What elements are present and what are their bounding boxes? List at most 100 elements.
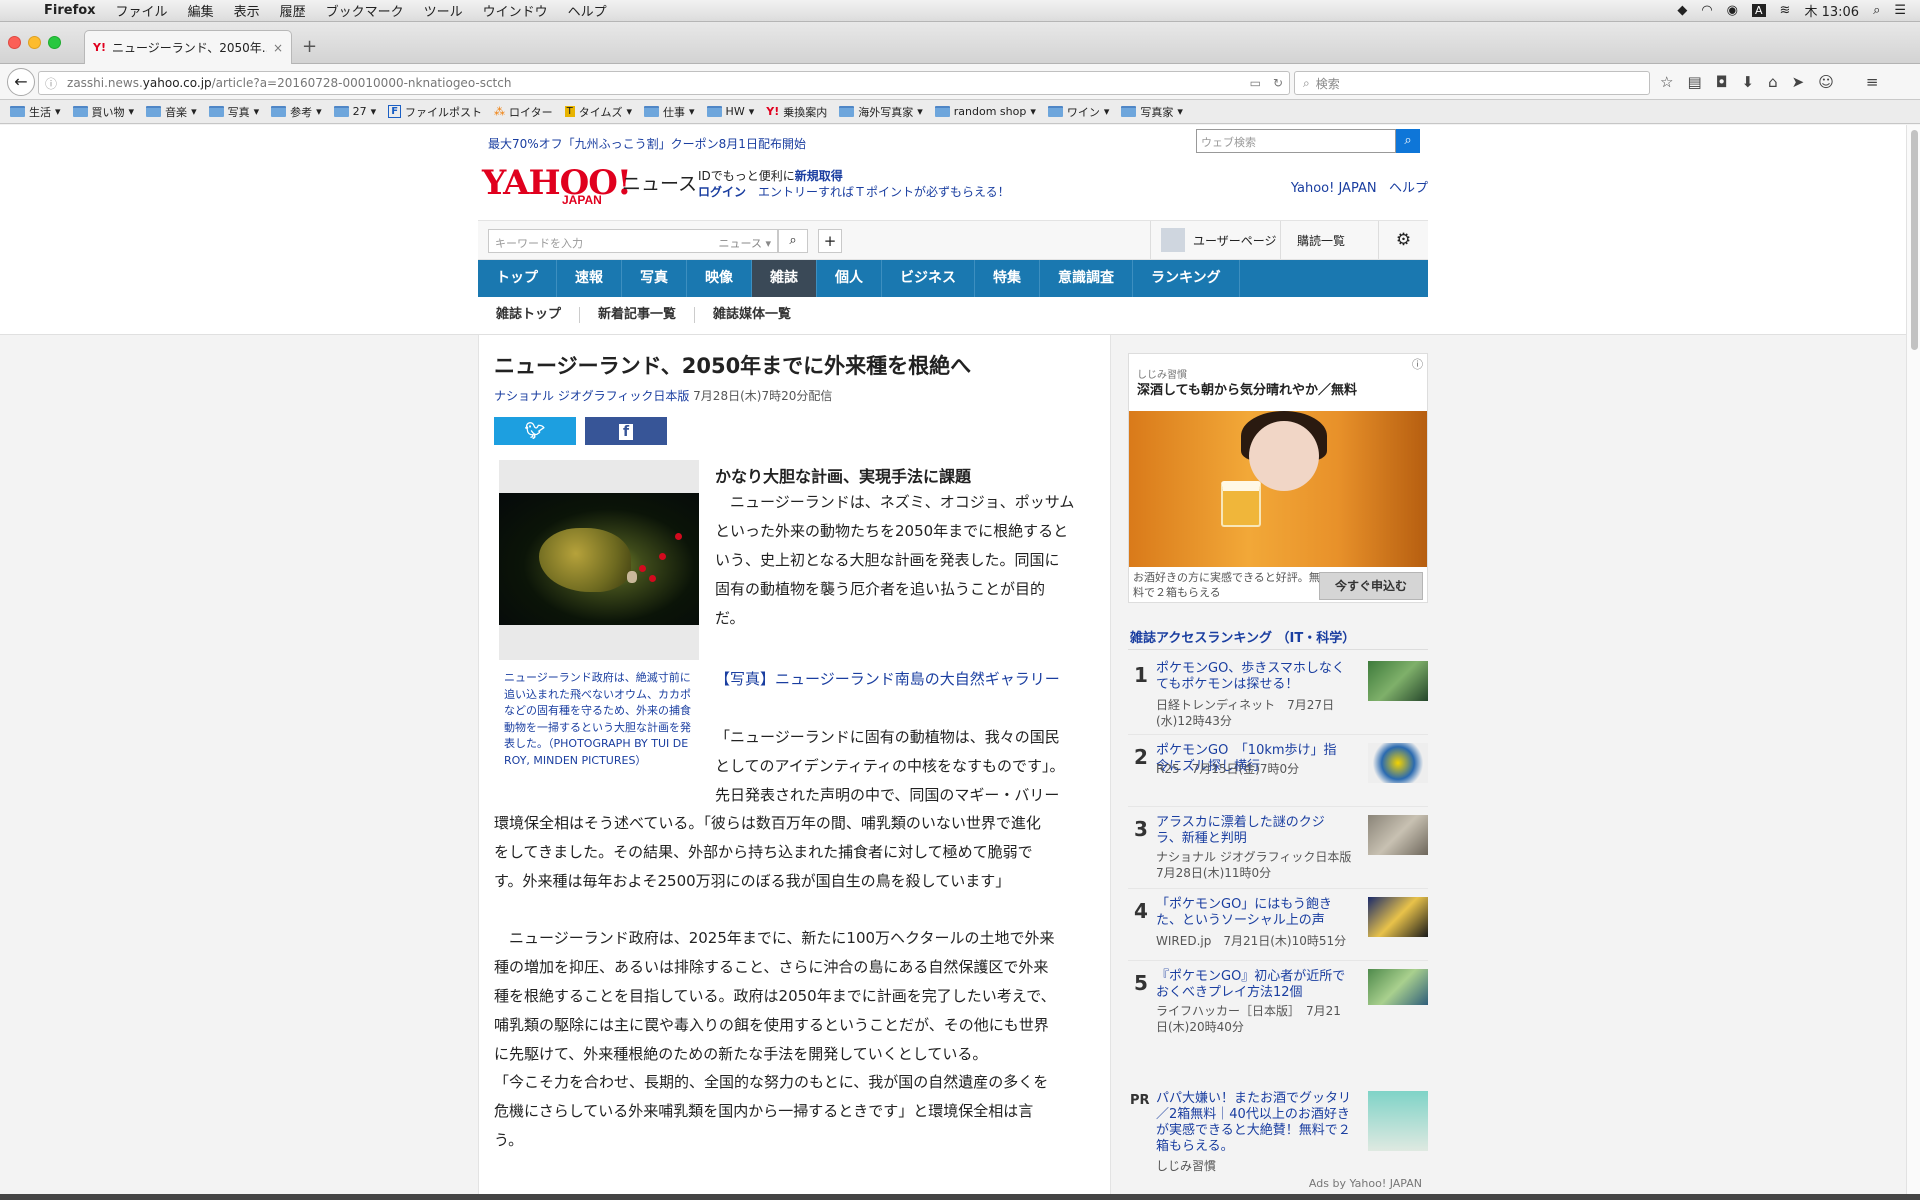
zoom-window-button[interactable] bbox=[48, 36, 61, 49]
bookmark-folder[interactable]: 生活 ▾ bbox=[10, 104, 61, 120]
bookmark-folder[interactable]: 写真家 ▾ bbox=[1121, 104, 1183, 120]
menu-view[interactable]: 表示 bbox=[224, 1, 270, 20]
nav-survey[interactable]: 意識調査 bbox=[1040, 260, 1133, 297]
rank-title[interactable]: ポケモンGO、歩きスマホしなくてもポケモンは探せる！ bbox=[1156, 661, 1346, 693]
bookmark-folder[interactable]: 27 ▾ bbox=[333, 105, 376, 118]
ranking-item[interactable]: 5 『ポケモンGO』初心者が近所でおくべきプレイ方法12個 ライフハッカー［日本… bbox=[1128, 961, 1428, 1045]
bookmark-link[interactable]: F ファイルポスト bbox=[388, 104, 482, 120]
yahoo-japan-logo[interactable]: YAHOO! JAPAN bbox=[482, 163, 632, 207]
url-bar[interactable]: ⓘ zasshi.news.yahoo.co.jp/article?a=2016… bbox=[38, 71, 1290, 95]
nav-business[interactable]: ビジネス bbox=[882, 260, 975, 297]
scrollbar-thumb[interactable] bbox=[1911, 130, 1918, 350]
yahoo-japan-link[interactable]: Yahoo! JAPAN bbox=[1291, 181, 1377, 196]
add-button[interactable]: + bbox=[818, 229, 842, 253]
back-button[interactable]: ← bbox=[7, 68, 35, 96]
ad-title[interactable]: 深酒しても朝から気分晴れやか／無料 bbox=[1137, 379, 1357, 398]
subnav-new-articles[interactable]: 新着記事一覧 bbox=[580, 307, 696, 323]
keyword-search-input[interactable]: キーワードを入力 ニュース ▾ bbox=[488, 229, 778, 253]
bookmark-folder[interactable]: T タイムズ ▾ bbox=[564, 104, 632, 120]
rank-thumbnail[interactable] bbox=[1368, 815, 1428, 855]
article-source-link[interactable]: ナショナル ジオグラフィック日本版 bbox=[494, 389, 689, 403]
home-icon[interactable]: ⌂ bbox=[1768, 73, 1778, 91]
rank-thumbnail[interactable] bbox=[1368, 743, 1428, 783]
close-window-button[interactable] bbox=[8, 36, 21, 49]
bookmark-folder[interactable]: ワイン ▾ bbox=[1047, 104, 1109, 120]
photo-caption[interactable]: ニュージーランド政府は、絶滅寸前に追い込まれた飛べないオウム、カカポなどの固有種… bbox=[504, 670, 699, 769]
bookmark-folder[interactable]: 海外写真家 ▾ bbox=[839, 104, 923, 120]
minimize-window-button[interactable] bbox=[28, 36, 41, 49]
web-search-input[interactable]: ウェブ検索 bbox=[1196, 129, 1396, 153]
bookmark-folder[interactable]: 写真 ▾ bbox=[208, 104, 259, 120]
ads-by-yahoo[interactable]: Ads by Yahoo! JAPAN bbox=[1309, 1177, 1422, 1190]
login-link[interactable]: ログイン bbox=[698, 185, 746, 199]
pr-thumbnail[interactable] bbox=[1368, 1091, 1428, 1151]
menu-help[interactable]: ヘルプ bbox=[558, 1, 617, 20]
nav-video[interactable]: 映像 bbox=[687, 260, 752, 297]
menu-file[interactable]: ファイル bbox=[106, 1, 178, 20]
facebook-share-button[interactable]: f bbox=[585, 417, 667, 445]
spotlight-search-icon[interactable]: ⌕ bbox=[1873, 3, 1880, 18]
nav-feature[interactable]: 特集 bbox=[975, 260, 1040, 297]
sync-icon[interactable]: ◉ bbox=[1727, 3, 1738, 18]
rank-title[interactable]: 「ポケモンGO」にはもう飽きた、というソーシャル上の声 bbox=[1156, 897, 1346, 929]
ad-image[interactable] bbox=[1129, 411, 1427, 567]
bookmark-folder[interactable]: 仕事 ▾ bbox=[644, 104, 695, 120]
ranking-item[interactable]: 1 ポケモンGO、歩きスマホしなくてもポケモンは探せる！ 日経トレンディネット … bbox=[1128, 653, 1428, 735]
clock[interactable]: 木 13:06 bbox=[1804, 1, 1859, 20]
hamburger-menu-icon[interactable]: ≡ bbox=[1866, 73, 1879, 91]
reload-icon[interactable]: ↻ bbox=[1273, 76, 1283, 90]
register-link[interactable]: 新規取得 bbox=[795, 169, 843, 183]
subscriptions-link[interactable]: 購読一覧 bbox=[1280, 221, 1345, 259]
rank-title[interactable]: アラスカに漂着した謎のクジラ、新種と判明 bbox=[1156, 815, 1346, 847]
tab-active[interactable]: Y! ニュージーランド、2050年... × bbox=[84, 30, 292, 64]
chat-icon[interactable]: ☺ bbox=[1818, 73, 1834, 91]
keyword-search-button[interactable]: ⌕ bbox=[778, 229, 808, 253]
wifi-icon[interactable]: ≋ bbox=[1780, 3, 1791, 18]
ranking-title[interactable]: 雑誌アクセスランキング （IT・科学） bbox=[1130, 627, 1355, 646]
gallery-link[interactable]: 【写真】ニュージーランド南島の大自然ギャラリー bbox=[715, 668, 1060, 689]
logo-news-label[interactable]: ニュース bbox=[622, 169, 697, 196]
dropbox-icon[interactable]: ◆ bbox=[1677, 3, 1687, 18]
apply-now-button[interactable]: 今すぐ申込む bbox=[1319, 572, 1423, 600]
reading-list-icon[interactable]: ▤ bbox=[1687, 73, 1701, 91]
bookmark-star-icon[interactable]: ☆ bbox=[1660, 73, 1673, 91]
downloads-icon[interactable]: ⬇ bbox=[1742, 73, 1755, 91]
bookmark-link[interactable]: ⁂ ロイター bbox=[494, 104, 553, 120]
menu-bookmarks[interactable]: ブックマーク bbox=[316, 1, 414, 20]
sidebar-ad[interactable]: ⓘ しじみ習慣 深酒しても朝から気分晴れやか／無料 お酒好きの方に実感できると好… bbox=[1128, 353, 1428, 603]
site-info-icon[interactable]: ⓘ bbox=[45, 75, 57, 92]
twitter-share-button[interactable]: 🐦︎ bbox=[494, 417, 576, 445]
menu-edit[interactable]: 編集 bbox=[178, 1, 224, 20]
rank-thumbnail[interactable] bbox=[1368, 661, 1428, 701]
new-tab-button[interactable]: + bbox=[302, 36, 317, 57]
browser-search-input[interactable]: ⌕ 検索 bbox=[1294, 71, 1650, 95]
tab-close-icon[interactable]: × bbox=[273, 41, 283, 55]
pocket-icon[interactable]: ◘ bbox=[1716, 73, 1728, 91]
send-icon[interactable]: ➤ bbox=[1792, 73, 1805, 91]
promo-link[interactable]: 最大70%オフ「九州ふっこう割」クーポン8月1日配布開始 bbox=[488, 135, 806, 152]
article-photo[interactable] bbox=[499, 460, 699, 660]
subnav-magazine-top[interactable]: 雑誌トップ bbox=[478, 307, 581, 323]
nav-individual[interactable]: 個人 bbox=[817, 260, 882, 297]
rank-thumbnail[interactable] bbox=[1368, 969, 1428, 1005]
nav-photo[interactable]: 写真 bbox=[622, 260, 687, 297]
gear-icon[interactable]: ⚙ bbox=[1378, 221, 1428, 259]
vertical-scrollbar[interactable] bbox=[1906, 125, 1920, 1194]
menu-history[interactable]: 履歴 bbox=[270, 1, 316, 20]
bookmark-folder[interactable]: random shop ▾ bbox=[934, 105, 1036, 118]
web-search-button[interactable]: ⌕ bbox=[1396, 129, 1420, 153]
menu-app-firefox[interactable]: Firefox bbox=[38, 3, 106, 18]
notification-center-icon[interactable]: ☰ bbox=[1894, 3, 1906, 18]
help-link[interactable]: ヘルプ bbox=[1389, 181, 1428, 196]
nav-ranking[interactable]: ランキング bbox=[1133, 260, 1240, 297]
bookmark-folder[interactable]: 買い物 ▾ bbox=[72, 104, 134, 120]
user-page-link[interactable]: ユーザーページ bbox=[1150, 221, 1277, 259]
rank-title[interactable]: 『ポケモンGO』初心者が近所でおくべきプレイ方法12個 bbox=[1156, 969, 1346, 1001]
pr-title[interactable]: パパ大嫌い！またお酒でグッタリ／2箱無料｜40代以上のお酒好きが実感できると大絶… bbox=[1156, 1091, 1351, 1155]
nav-top[interactable]: トップ bbox=[478, 260, 557, 297]
subnav-media-list[interactable]: 雑誌媒体一覧 bbox=[695, 307, 809, 323]
reader-view-icon[interactable]: ▭ bbox=[1250, 76, 1261, 90]
bookmark-folder[interactable]: 音楽 ▾ bbox=[146, 104, 197, 120]
bookmark-folder[interactable]: HW ▾ bbox=[706, 105, 754, 118]
menu-tools[interactable]: ツール bbox=[414, 1, 473, 20]
